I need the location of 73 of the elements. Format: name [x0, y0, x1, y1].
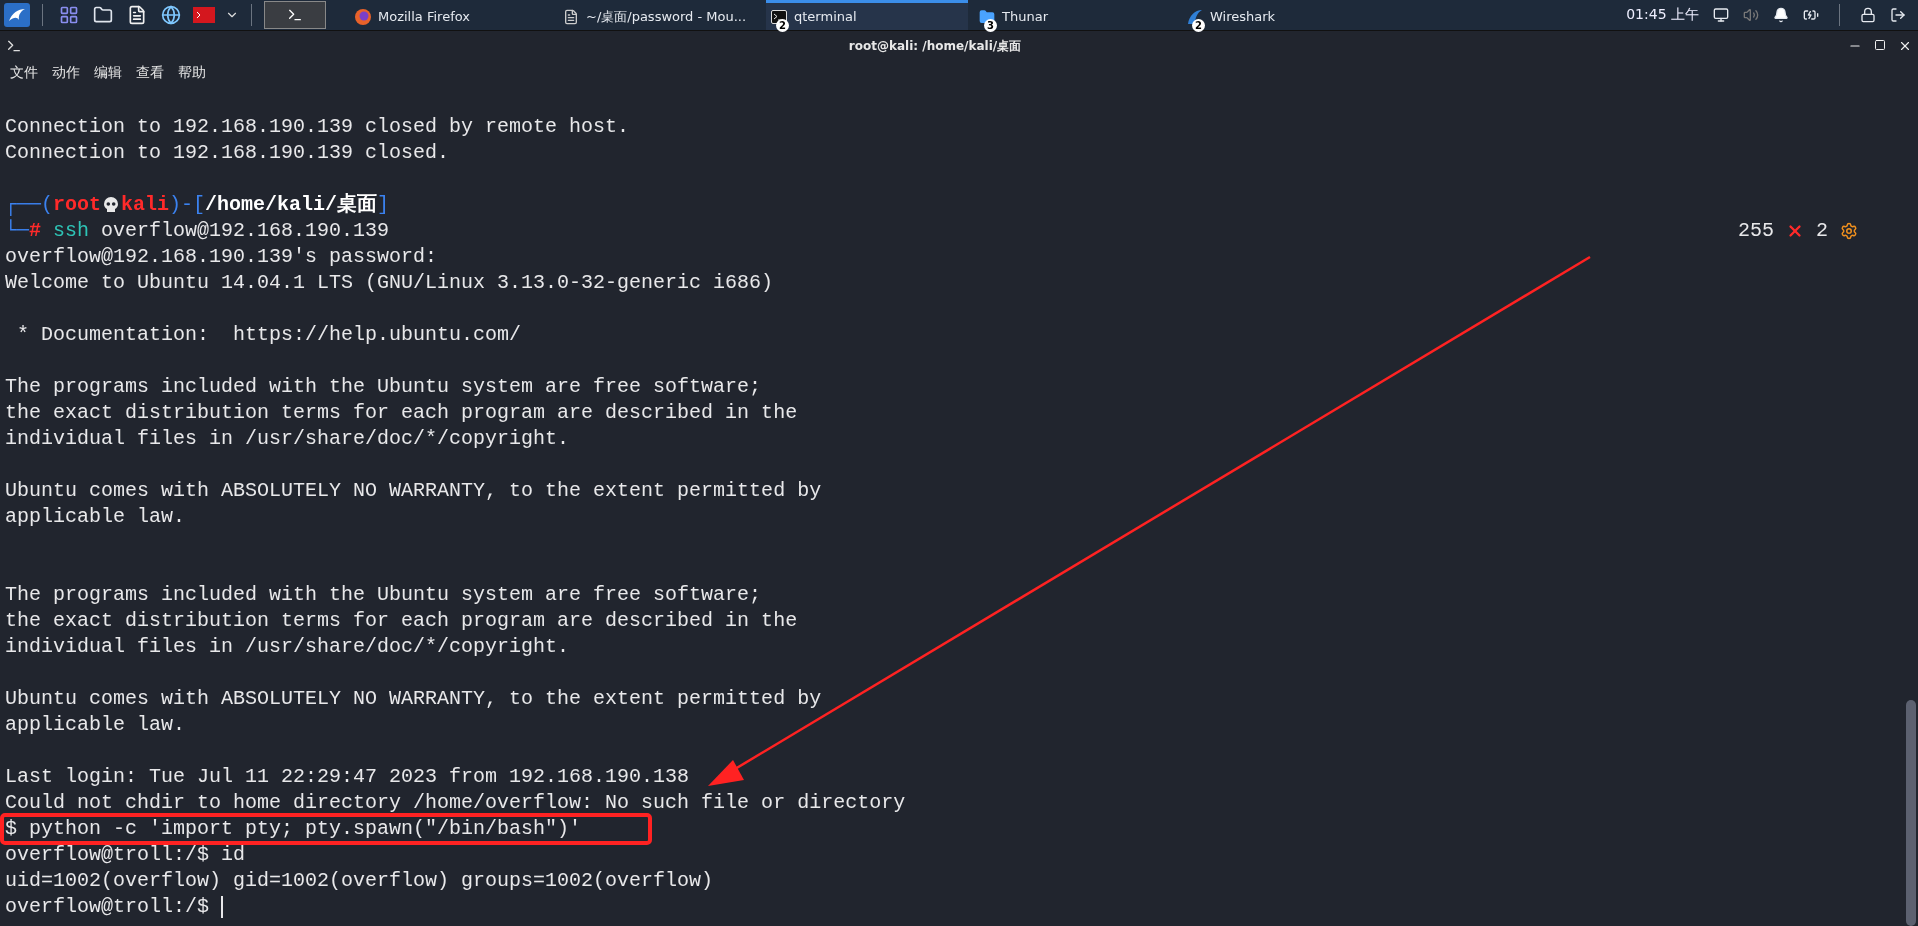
- dragon-logo-icon[interactable]: [4, 3, 30, 27]
- folder-icon[interactable]: [93, 5, 113, 25]
- prompt-text: ┌──(: [5, 192, 53, 218]
- document-icon[interactable]: [127, 5, 147, 25]
- document-icon: [563, 8, 579, 25]
- task-button[interactable]: Mozilla Firefox: [350, 0, 552, 30]
- prompt-text: ssh: [52, 218, 90, 244]
- terminal-line: the exact distribution terms for each program are described in the: [5, 402, 798, 424]
- display-icon[interactable]: [1713, 7, 1729, 23]
- window-button[interactable]: [264, 1, 326, 29]
- terminal-line: uid=1002(overflow) gid=1002(overflow) groups=1002(overflow): [5, 870, 714, 892]
- terminal-line: applicable law.: [5, 506, 186, 528]
- prompt-text: kali: [121, 192, 170, 218]
- clock: 01:45 上午: [1626, 6, 1699, 24]
- terminal-icon[interactable]: [192, 5, 218, 25]
- task-button[interactable]: 2 Wireshark: [1182, 0, 1384, 30]
- scrollbar[interactable]: [1906, 700, 1916, 926]
- terminal-line: Ubuntu comes with ABSOLUTELY NO WARRANTY, to the extent permitted by: [5, 688, 822, 710]
- terminal-line: * Documentation: https://help.ubuntu.com/: [16, 324, 522, 346]
- menu-item[interactable]: 查看: [136, 64, 164, 82]
- terminal-line: the exact distribution terms for each program are described in the: [5, 610, 798, 632]
- maximize-icon[interactable]: [1874, 39, 1886, 51]
- terminal-icon: [287, 7, 303, 23]
- battery-icon[interactable]: [1803, 7, 1819, 23]
- terminal-line: Last login: Tue Jul 11 22:29:47 2023 from 192.168.190.138: [5, 766, 690, 788]
- logout-icon[interactable]: [1890, 7, 1906, 23]
- terminal-line: Could not chdir to home directory /home/overflow: No such file or directory: [5, 792, 906, 814]
- terminal-line: Connection to 192.168.190.139 closed by remote host.: [5, 116, 630, 138]
- menu-item[interactable]: 帮助: [178, 64, 206, 82]
- firefox-icon: [354, 7, 372, 26]
- task-label: qterminal: [794, 7, 857, 26]
- bell-icon[interactable]: [1773, 7, 1789, 23]
- terminal-line: overflow@troll:/$ id: [5, 844, 246, 866]
- menu-item[interactable]: 文件: [10, 64, 38, 82]
- close-icon[interactable]: [1898, 39, 1912, 53]
- terminal-line: The programs included with the Ubuntu system are free software;: [5, 584, 762, 606]
- count-badge: 2: [1192, 18, 1205, 32]
- menu-item[interactable]: 动作: [52, 64, 80, 82]
- task-button[interactable]: 2 qterminal: [766, 0, 968, 30]
- terminal-line: Welcome to Ubuntu 14.04.1 LTS (GNU/Linux 3.13.0-32-generic i686): [5, 272, 774, 294]
- prompt-text: #: [29, 218, 42, 244]
- prompt-text: ]: [377, 192, 390, 218]
- terminal-line: Connection to 192.168.190.139 closed.: [5, 142, 450, 164]
- prompt-text: root: [53, 192, 102, 218]
- task-button[interactable]: ~/桌面/password - Mou...: [558, 0, 760, 30]
- terminal-line: Ubuntu comes with ABSOLUTELY NO WARRANTY, to the extent permitted by: [5, 480, 822, 502]
- gear-icon: [1840, 222, 1858, 240]
- cross-icon: [1786, 222, 1804, 240]
- prompt-text: └─: [5, 218, 29, 244]
- window-title: root@kali: /home/kali/桌面: [847, 37, 1023, 55]
- terminal-line: individual files in /usr/share/doc/*/copyright.: [5, 428, 570, 450]
- terminal-icon: [6, 38, 22, 54]
- prompt-text: overflow@192.168.190.139: [100, 218, 390, 244]
- prompt-text: )-[: [169, 192, 206, 218]
- prompt-text: /home/kali/桌面: [205, 192, 378, 218]
- task-label: ~/桌面/password - Mou...: [586, 7, 747, 26]
- terminal-line: individual files in /usr/share/doc/*/copyright.: [5, 636, 570, 658]
- task-label: Wireshark: [1210, 7, 1276, 26]
- terminal-line: overflow@192.168.190.139's password:: [5, 246, 438, 268]
- task-label: Mozilla Firefox: [378, 7, 470, 26]
- terminal-line: applicable law.: [5, 714, 186, 736]
- menu-item[interactable]: 编辑: [94, 64, 122, 82]
- terminal-line: The programs included with the Ubuntu system are free software;: [5, 376, 762, 398]
- task-button[interactable]: 3 Thunar: [974, 0, 1176, 30]
- terminal-line: $ python -c 'import pty; pty.spawn("/bin/bash")': [5, 818, 582, 840]
- volume-icon[interactable]: [1743, 7, 1759, 23]
- workspace-icon[interactable]: [59, 5, 79, 25]
- job-count: 2: [1816, 218, 1828, 244]
- exit-status: 255: [1737, 218, 1774, 244]
- globe-icon[interactable]: [161, 5, 181, 25]
- task-label: Thunar: [1002, 7, 1048, 26]
- lock-icon[interactable]: [1860, 7, 1876, 23]
- terminal-line: overflow@troll:/$: [5, 896, 211, 918]
